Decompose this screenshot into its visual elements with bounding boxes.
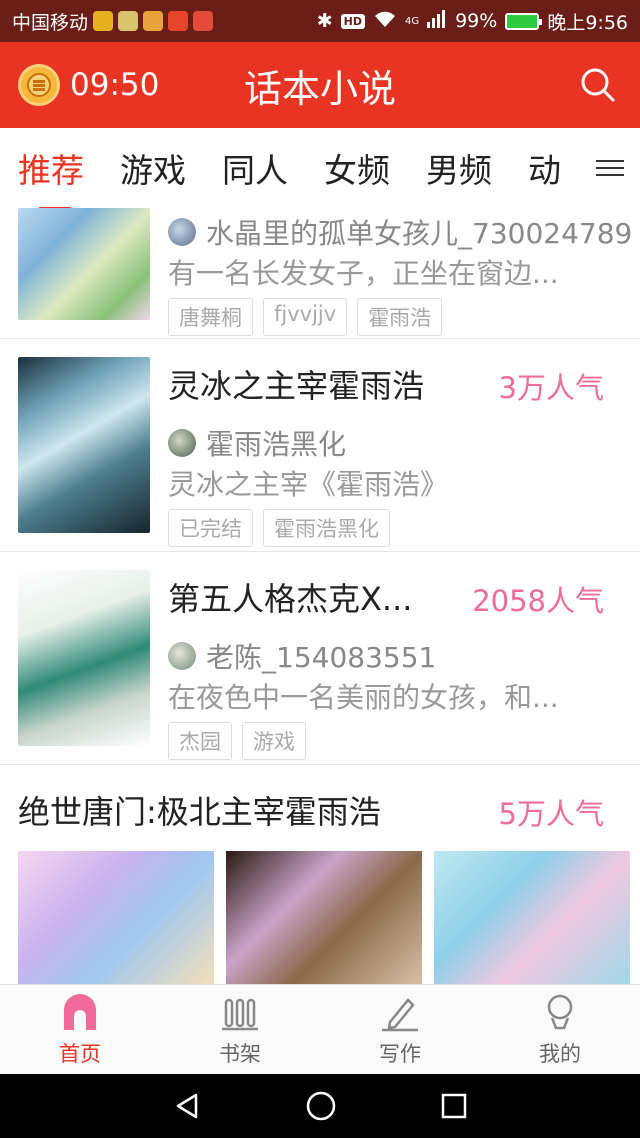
bluetooth-icon: ✱ bbox=[316, 10, 333, 32]
book-card[interactable]: 灵冰之主宰霍雨浩 霍雨浩黑化 灵冰之主宰《霍雨浩》 已完结 霍雨浩黑化 3万人气 bbox=[0, 339, 640, 552]
book-tag[interactable]: 杰园 bbox=[168, 722, 232, 760]
nav-write-label: 写作 bbox=[379, 1041, 421, 1066]
book-tag[interactable]: 游戏 bbox=[242, 722, 306, 760]
featured-cover-image[interactable] bbox=[434, 851, 630, 984]
author-avatar bbox=[168, 218, 196, 246]
status-bar: 中国移动 ✱ HD 4G 99% 晚上9:56 bbox=[0, 0, 640, 42]
tab-menu-button[interactable] bbox=[580, 128, 640, 208]
author-avatar bbox=[168, 642, 196, 670]
play-app-icon bbox=[168, 11, 189, 31]
home-icon bbox=[64, 993, 96, 1030]
featured-book-card[interactable]: 绝世唐门:极北主宰霍雨浩 5万人气 bbox=[0, 765, 640, 984]
nav-bookshelf[interactable]: 书架 bbox=[160, 985, 320, 1074]
search-icon bbox=[581, 68, 615, 102]
browser-app-icon bbox=[143, 11, 164, 31]
pencil-icon bbox=[382, 998, 418, 1031]
tab-fanfic[interactable]: 同人 bbox=[222, 144, 288, 192]
book-tag[interactable]: fjvvjjv bbox=[263, 298, 348, 336]
battery-icon bbox=[505, 12, 543, 30]
book-title: 灵冰之主宰霍雨浩 bbox=[168, 367, 425, 405]
tab-anime[interactable]: 动 bbox=[528, 144, 561, 192]
book-card[interactable]: 第五人格杰克X... 老陈_154083551 在夜色中一名美丽的女孩，和...… bbox=[0, 552, 640, 765]
book-card[interactable]: 水晶里的孤单女孩儿_730024789 有一名长发女子，正坐在窗边... 唐舞桐… bbox=[0, 208, 640, 339]
signal-icon bbox=[427, 9, 447, 33]
book-description: 有一名长发女子，正坐在窗边... bbox=[168, 257, 559, 290]
bottom-navigation: 首页 书架 写作 我的 bbox=[0, 984, 640, 1074]
home-circle-icon[interactable] bbox=[305, 1090, 337, 1122]
author-name: 水晶里的孤单女孩儿_730024789 bbox=[206, 217, 633, 250]
tab-game[interactable]: 游戏 bbox=[120, 144, 186, 192]
book-tag[interactable]: 已完结 bbox=[168, 509, 253, 547]
app-header: 09:50 话本小说 bbox=[0, 42, 640, 128]
alarm-clock-icon bbox=[18, 64, 60, 106]
nav-bookshelf-label: 书架 bbox=[219, 1041, 261, 1066]
book-title: 第五人格杰克X... bbox=[168, 580, 413, 618]
tab-female[interactable]: 女频 bbox=[324, 144, 390, 192]
wifi-icon bbox=[373, 10, 397, 33]
featured-popularity-count: 5万人气 bbox=[498, 797, 604, 831]
author-avatar bbox=[168, 429, 196, 457]
popularity-count: 3万人气 bbox=[498, 371, 604, 405]
hd-icon: HD bbox=[340, 13, 365, 29]
nav-home[interactable]: 首页 bbox=[0, 985, 160, 1074]
nav-profile[interactable]: 我的 bbox=[480, 985, 640, 1074]
bookshelf-icon bbox=[222, 998, 258, 1030]
book-description: 灵冰之主宰《霍雨浩》 bbox=[168, 468, 449, 501]
book-tag[interactable]: 霍雨浩 bbox=[357, 298, 443, 336]
system-navigation-bar bbox=[0, 1074, 640, 1138]
book-description: 在夜色中一名美丽的女孩，和... bbox=[168, 681, 559, 714]
profile-icon bbox=[547, 994, 573, 1029]
author-name: 老陈_154083551 bbox=[206, 641, 437, 674]
mail-app-icon bbox=[193, 11, 214, 31]
timer-text: 09:50 bbox=[70, 67, 160, 103]
menu-icon bbox=[596, 155, 624, 181]
carrier-label: 中国移动 bbox=[12, 11, 89, 34]
featured-book-title: 绝世唐门:极北主宰霍雨浩 bbox=[18, 793, 381, 831]
network-type: 4G bbox=[404, 15, 420, 27]
nav-profile-label: 我的 bbox=[539, 1041, 581, 1066]
recent-apps-icon[interactable] bbox=[440, 1092, 468, 1120]
nav-home-label: 首页 bbox=[59, 1041, 101, 1066]
reading-timer[interactable]: 09:50 bbox=[18, 64, 159, 106]
back-icon[interactable] bbox=[172, 1091, 202, 1121]
featured-cover-image[interactable] bbox=[18, 851, 214, 984]
tab-male[interactable]: 男频 bbox=[426, 144, 492, 192]
category-tabs: 推荐 游戏 同人 女频 男频 动 bbox=[0, 128, 640, 208]
book-feed[interactable]: 水晶里的孤单女孩儿_730024789 有一名长发女子，正坐在窗边... 唐舞桐… bbox=[0, 208, 640, 984]
book-cover-image[interactable] bbox=[18, 570, 150, 746]
book-tag[interactable]: 唐舞桐 bbox=[168, 298, 253, 336]
tab-recommend[interactable]: 推荐 bbox=[18, 144, 84, 208]
search-button[interactable] bbox=[574, 61, 622, 109]
author-name: 霍雨浩黑化 bbox=[206, 428, 347, 461]
nav-write[interactable]: 写作 bbox=[320, 985, 480, 1074]
book-cover-image[interactable] bbox=[18, 208, 150, 320]
book-tag[interactable]: 霍雨浩黑化 bbox=[263, 509, 390, 547]
featured-cover-image[interactable] bbox=[226, 851, 422, 984]
video-app-icon bbox=[93, 11, 114, 31]
chat-app-icon bbox=[118, 11, 139, 31]
popularity-count: 2058人气 bbox=[472, 584, 604, 618]
book-cover-image[interactable] bbox=[18, 357, 150, 533]
battery-percent: 99% bbox=[455, 10, 498, 32]
status-time: 晚上9:56 bbox=[547, 11, 628, 34]
